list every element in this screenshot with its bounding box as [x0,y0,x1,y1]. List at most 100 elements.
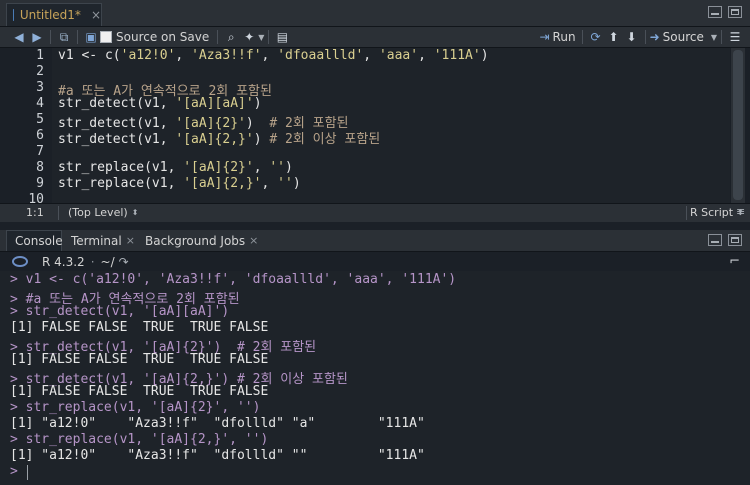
run-button[interactable]: ⇥ Run [539,30,575,44]
close-icon[interactable]: × [91,8,101,22]
comment-token: # 2회 이상 포함된 [269,132,381,147]
editor-scroll-thumb[interactable] [733,50,743,200]
console-output-line: [1] FALSE FALSE TRUE TRUE FALSE [10,352,269,367]
tab-terminal-label: Terminal [71,233,122,248]
go-to-directory-icon[interactable]: ↷ [119,255,129,269]
code-token: ) [253,132,270,147]
string-token: '111A' [433,48,481,63]
code-token: str_replace(v1, [58,160,184,175]
run-icon: ⇥ [539,30,550,44]
code-line: str_detect(v1, '[aA]{2,}') # 2회 이상 포함된 [58,128,380,147]
outline-icon[interactable]: ☰ [726,29,744,45]
minimize-icon[interactable] [708,6,722,18]
editor-status-bar: 1:1 (Top Level) ⬍ R Script ⬍ ≡ [0,203,750,222]
toolbar-separator [644,30,646,44]
maximize-icon[interactable] [728,6,742,18]
console-input-line: > [10,464,18,479]
toolbar-separator [581,30,583,44]
code-line: str_replace(v1, '[aA]{2}', '') [58,160,293,175]
search-icon[interactable]: ⌕ [222,29,240,45]
code-line: v1 <- c('a12!0', 'Aza3!!f', 'dfoaallld',… [58,48,489,63]
editor-window-controls [708,6,742,18]
string-token: '' [269,160,285,175]
console-tab-bar: Console Terminal × Background Jobs × [0,230,750,252]
string-token: 'dfoaallld' [277,48,364,63]
source-button[interactable]: ➜ Source ▼ [650,30,717,44]
down-arrow-icon[interactable]: ⬇ [623,29,641,45]
scope-selector[interactable]: (Top Level) ⬍ [68,206,138,219]
editor-tab-label: Untitled1* [19,8,81,22]
r-file-icon [13,9,14,21]
code-token: , [261,48,278,63]
console-input-line: > str_detect(v1, '[aA][aA]') [10,304,230,319]
chevron-updown-icon: ⬍ [131,208,139,217]
string-token: '' [277,176,293,191]
console-output-line: [1] "a12!0" "Aza3!!f" "dfollld" "" "111A… [10,448,425,463]
back-arrow-icon[interactable]: ◀ [10,29,28,45]
console-output-line: [1] "a12!0" "Aza3!!f" "dfollld" "a" "111… [10,416,425,431]
console-output-line: [1] FALSE FALSE TRUE TRUE FALSE [10,320,269,335]
r-logo-icon [12,256,28,267]
code-token: ) [285,160,293,175]
r-version: R 4.3.2 [42,254,85,269]
close-icon[interactable]: × [249,234,258,247]
code-token: , [253,160,270,175]
code-line: str_replace(v1, '[aA]{2,}', '') [58,176,301,191]
tab-background-jobs-label: Background Jobs [145,233,246,248]
forward-arrow-icon[interactable]: ▶ [28,29,46,45]
broom-icon[interactable]: ⌐ [729,254,740,269]
code-token: , [363,48,379,63]
chevron-down-icon[interactable]: ▼ [258,33,264,42]
pane-splitter[interactable] [0,222,750,230]
menu-icon[interactable]: ≡ [736,205,745,218]
toolbar-separator [217,30,219,44]
run-label: Run [552,30,576,44]
status-divider [686,206,687,220]
magic-wand-icon[interactable]: ✦ [240,29,258,45]
string-token: 'aaa' [378,48,419,63]
tab-console[interactable]: Console [6,230,63,251]
cursor-position: 1:1 [26,206,44,219]
console-input-line: > str_replace(v1, '[aA]{2,}', '') [10,432,269,447]
editor-tab-untitled1[interactable]: Untitled1* × [6,3,102,26]
toolbar-separator [50,30,51,44]
working-directory[interactable]: ~/ [101,255,115,269]
toolbar-separator [721,30,722,44]
console-cursor [27,465,28,480]
code-token: , [261,176,278,191]
code-area[interactable]: v1 <- c('a12!0', 'Aza3!!f', 'dfoaallld',… [0,48,730,203]
rerun-icon[interactable]: ⟳ [587,29,605,45]
string-token: 'Aza3!!f' [191,48,262,63]
console-input-line: > str_replace(v1, '[aA]{2}', '') [10,400,261,415]
console-output[interactable]: > v1 <- c('a12!0', 'Aza3!!f', 'dfoaallld… [0,271,750,485]
code-token: str_replace(v1, [58,176,184,191]
toolbar-separator [268,30,270,44]
code-token: ) [292,176,301,191]
console-header: R 4.3.2 · ~/ ↷ ⌐ [0,252,750,271]
code-token: v1 <- c( [58,48,121,63]
save-icon[interactable]: ▣ [82,29,100,45]
tab-terminal[interactable]: Terminal × [63,230,143,251]
maximize-icon[interactable] [728,234,742,246]
show-in-window-icon[interactable]: ⧉ [55,29,73,45]
source-icon: ➜ [649,30,660,44]
tab-console-label: Console [15,234,63,248]
string-token: '[aA]{2}' [183,160,254,175]
compile-report-icon[interactable]: ▤ [273,29,291,45]
filetype-label: R Script [690,206,734,219]
tab-background-jobs[interactable]: Background Jobs × [137,230,266,251]
console-output-line: [1] FALSE FALSE TRUE TRUE FALSE [10,384,269,399]
minimize-icon[interactable] [708,234,722,246]
code-token: ) [480,48,489,63]
close-icon[interactable]: × [126,234,135,247]
code-token: , [418,48,434,63]
string-token: '[aA]{2,}' [183,176,262,191]
chevron-down-icon[interactable]: ▼ [711,33,717,42]
string-token: '[aA][aA]' [175,96,254,111]
code-token: str_detect(v1, [58,132,176,147]
editor-tab-bar: Untitled1* × [0,0,750,27]
status-divider [58,206,59,220]
scope-label: (Top Level) [68,206,128,219]
up-arrow-icon[interactable]: ⬆ [605,29,623,45]
source-on-save-checkbox[interactable] [100,31,112,43]
